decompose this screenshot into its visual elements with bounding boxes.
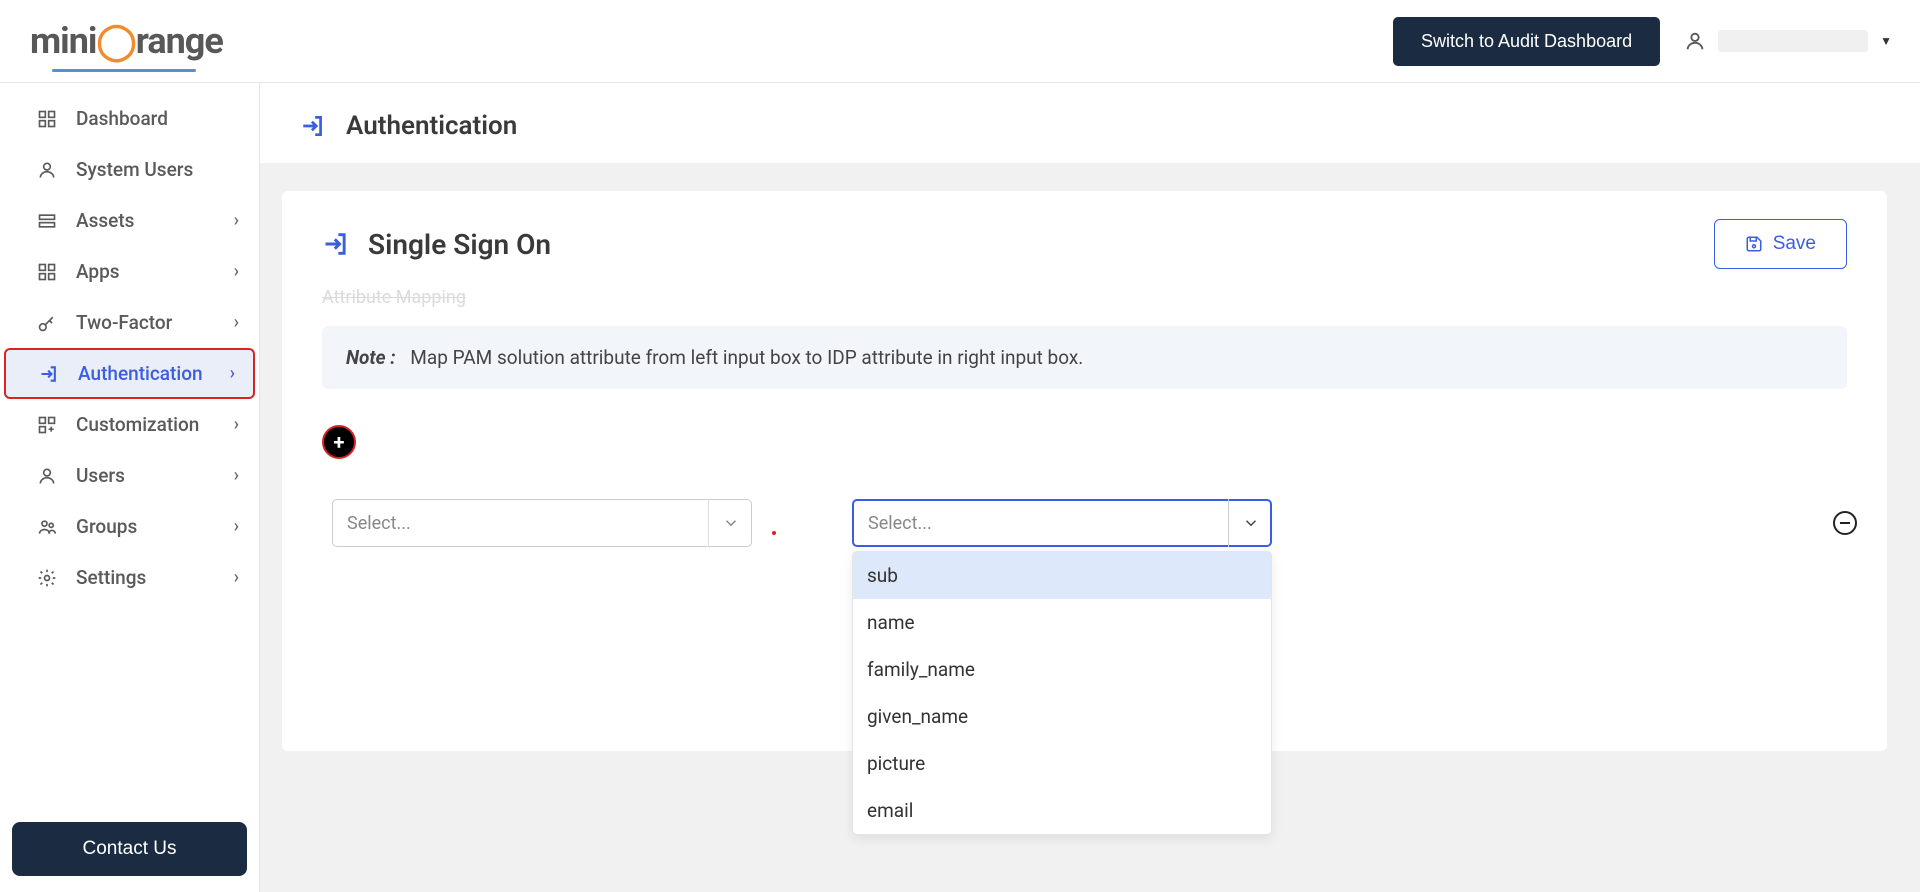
- dropdown-option-given-name[interactable]: given_name: [853, 693, 1271, 740]
- sidebar-item-settings[interactable]: Settings ›: [0, 552, 259, 603]
- chevron-right-icon: ›: [234, 516, 239, 537]
- remove-mapping-button[interactable]: [1833, 511, 1857, 535]
- user-icon: [1684, 30, 1706, 52]
- sidebar-item-users[interactable]: Users ›: [0, 450, 259, 501]
- pam-attribute-select[interactable]: Select...: [332, 499, 752, 547]
- apps-icon: [36, 261, 58, 283]
- add-mapping-button[interactable]: +: [322, 425, 356, 459]
- chevron-right-icon: ›: [234, 465, 239, 486]
- chevron-right-icon: ›: [234, 414, 239, 435]
- save-icon: [1745, 235, 1763, 253]
- gear-icon: [36, 567, 58, 589]
- sidebar-item-label: Apps: [76, 260, 234, 283]
- sidebar-item-two-factor[interactable]: Two-Factor ›: [0, 297, 259, 348]
- note-text: Map PAM solution attribute from left inp…: [410, 346, 1083, 369]
- sidebar-item-system-users[interactable]: System Users: [0, 144, 259, 195]
- assets-icon: [36, 210, 58, 232]
- customize-icon: [36, 414, 58, 436]
- section-label: Attribute Mapping: [282, 281, 1887, 308]
- key-icon: [36, 312, 58, 334]
- group-icon: [36, 516, 58, 538]
- chevron-right-icon: ›: [234, 312, 239, 333]
- dropdown-option-family-name[interactable]: family_name: [853, 646, 1271, 693]
- sidebar-item-groups[interactable]: Groups ›: [0, 501, 259, 552]
- dropdown-option-picture[interactable]: picture: [853, 740, 1271, 787]
- sidebar-item-label: Settings: [76, 566, 234, 589]
- idp-attribute-dropdown: sub name family_name given_name picture …: [852, 551, 1272, 835]
- switch-dashboard-button[interactable]: Switch to Audit Dashboard: [1393, 17, 1660, 66]
- sidebar-item-apps[interactable]: Apps ›: [0, 246, 259, 297]
- sidebar-item-authentication[interactable]: Authentication ›: [4, 348, 255, 399]
- login-icon: [322, 230, 350, 258]
- chevron-right-icon: ›: [234, 567, 239, 588]
- chevron-right-icon: ›: [234, 210, 239, 231]
- chevron-right-icon: ›: [230, 363, 235, 384]
- page-header: Authentication: [260, 83, 1920, 163]
- select-placeholder: Select...: [868, 513, 932, 534]
- sidebar-item-customization[interactable]: Customization ›: [0, 399, 259, 450]
- sidebar-item-label: System Users: [76, 158, 239, 181]
- sidebar-item-label: Two-Factor: [76, 311, 234, 334]
- info-note: Note : Map PAM solution attribute from l…: [322, 326, 1847, 389]
- contact-us-button[interactable]: Contact Us: [12, 822, 247, 876]
- dropdown-option-name[interactable]: name: [853, 599, 1271, 646]
- grid-icon: [36, 108, 58, 130]
- note-label: Note :: [346, 346, 396, 369]
- save-button-label: Save: [1773, 233, 1816, 255]
- user-name-placeholder: [1718, 30, 1868, 52]
- idp-attribute-select[interactable]: Select... sub name family_name given_nam…: [852, 499, 1272, 547]
- sidebar-item-label: Assets: [76, 209, 234, 232]
- page-title: Authentication: [346, 111, 517, 141]
- caret-down-icon: ▼: [1880, 34, 1892, 48]
- user-icon: [36, 465, 58, 487]
- login-icon: [300, 113, 326, 139]
- sidebar-item-label: Groups: [76, 515, 234, 538]
- chevron-down-icon: [1228, 499, 1272, 547]
- chevron-down-icon: [708, 499, 752, 547]
- dropdown-option-sub[interactable]: sub: [853, 552, 1271, 599]
- login-icon: [38, 363, 60, 385]
- user-menu[interactable]: ▼: [1684, 30, 1892, 52]
- chevron-right-icon: ›: [234, 261, 239, 282]
- sidebar-item-label: Users: [76, 464, 234, 487]
- sidebar-item-label: Dashboard: [76, 107, 239, 130]
- select-placeholder: Select...: [347, 513, 411, 534]
- sidebar-item-dashboard[interactable]: Dashboard: [0, 93, 259, 144]
- logo: mini◯range: [30, 20, 223, 62]
- sidebar-item-label: Authentication: [78, 362, 230, 385]
- dropdown-option-email[interactable]: email: [853, 787, 1271, 834]
- sidebar-item-label: Customization: [76, 413, 234, 436]
- panel-title: Single Sign On: [368, 228, 551, 261]
- person-icon: [36, 159, 58, 181]
- sidebar-item-assets[interactable]: Assets ›: [0, 195, 259, 246]
- plus-icon: +: [334, 430, 345, 454]
- save-button[interactable]: Save: [1714, 219, 1847, 269]
